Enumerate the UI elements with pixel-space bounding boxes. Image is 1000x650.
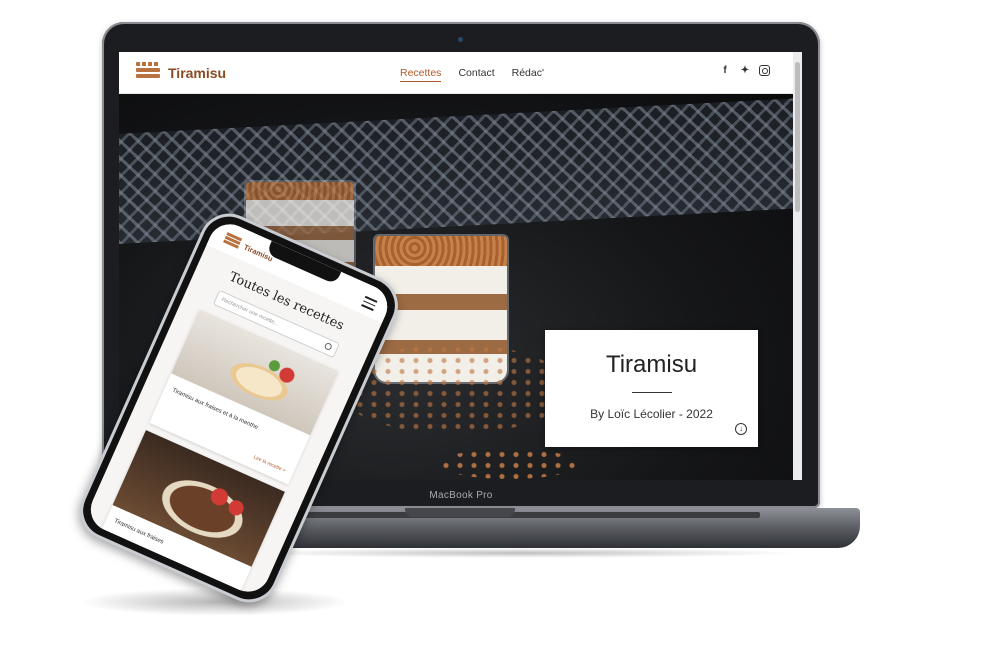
crumbs <box>439 449 579 479</box>
instagram-icon[interactable] <box>759 65 770 76</box>
nav-links: Recettes Contact Rédac' <box>400 67 544 82</box>
twitter-icon[interactable]: ✦ <box>739 65 751 77</box>
hero-card: Tiramisu By Loïc Lécolier - 2022 ↓ <box>545 330 758 447</box>
hero-divider <box>632 392 672 393</box>
base-notch <box>405 508 515 517</box>
scrollbar-thumb[interactable] <box>795 62 800 212</box>
cake-logo-icon[interactable] <box>223 232 243 249</box>
phone-shadow <box>80 588 350 616</box>
hamburger-menu-icon[interactable] <box>360 295 378 314</box>
search-icon[interactable] <box>323 341 333 352</box>
hero-subtitle: By Loïc Lécolier - 2022 <box>590 407 713 421</box>
brand-name[interactable]: Tiramisu <box>168 65 226 81</box>
recipe-image[interactable] <box>171 309 339 436</box>
facebook-icon[interactable]: f <box>719 65 731 77</box>
social-links: f ✦ <box>719 65 770 77</box>
laptop-shadow <box>240 548 800 558</box>
read-recipe-link[interactable]: Lire la recette > <box>252 454 286 474</box>
arrow-down-icon[interactable]: ↓ <box>735 423 747 435</box>
hero-title: Tiramisu <box>605 351 698 378</box>
site-navbar: Tiramisu Recettes Contact Rédac' f ✦ <box>119 52 802 94</box>
nav-link-recettes[interactable]: Recettes <box>400 67 442 82</box>
camera <box>458 37 463 42</box>
nav-link-contact[interactable]: Contact <box>458 67 494 82</box>
cake-logo-icon[interactable] <box>136 62 160 82</box>
nav-link-redac[interactable]: Rédac' <box>512 67 544 82</box>
